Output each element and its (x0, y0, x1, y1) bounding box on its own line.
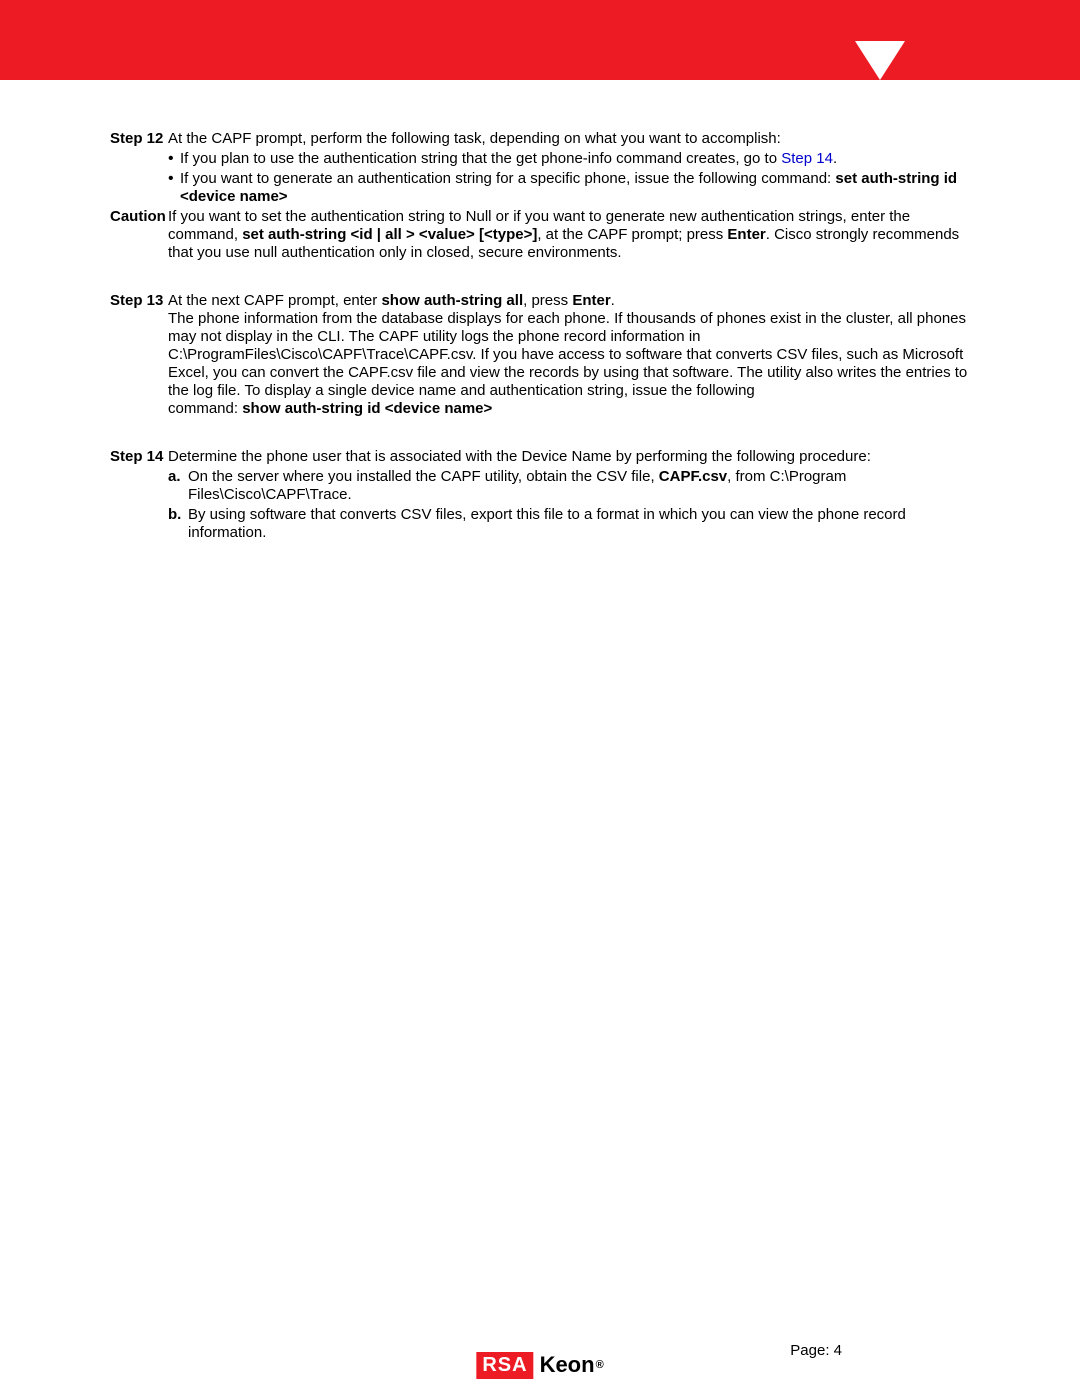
page-number: Page: 4 (790, 1342, 842, 1359)
caution-text-b: , at the CAPF prompt; press (537, 226, 727, 243)
caution-label: Caution (110, 208, 168, 262)
step14-label: Step 14 (110, 448, 168, 466)
step14-intro: Determine the phone user that is associa… (168, 448, 970, 466)
step14-b-text: By using software that converts CSV file… (188, 506, 970, 542)
bullet-icon: • (168, 150, 180, 168)
step12-intro: At the CAPF prompt, perform the followin… (168, 130, 970, 148)
triangle-marker-icon (855, 41, 905, 80)
step13-line1-a: At the next CAPF prompt, enter (168, 292, 381, 309)
step14-b-label: b. (168, 506, 188, 542)
bullet-icon: • (168, 170, 180, 206)
page-content: Step 12 At the CAPF prompt, perform the … (0, 80, 1080, 542)
step14-a: a. On the server where you installed the… (168, 468, 970, 504)
step13-line1-bold2: Enter (572, 292, 610, 309)
step12-bullet1-text-b: . (833, 150, 837, 167)
caution-row: Caution If you want to set the authentic… (110, 208, 970, 262)
step13-line1-b: , press (523, 292, 572, 309)
step12-bullet2: • If you want to generate an authenticat… (168, 170, 970, 206)
step13-para: The phone information from the database … (168, 310, 970, 400)
step14-a-label: a. (168, 468, 188, 504)
step12-bullet1-text-a: If you plan to use the authentication st… (180, 150, 781, 167)
step14-link[interactable]: Step 14 (781, 150, 833, 167)
step12-label: Step 12 (110, 130, 168, 148)
step13-line1-c: . (611, 292, 615, 309)
caution-bold1: set auth-string <id | all > <value> [<ty… (242, 226, 537, 243)
keon-text: Keon (540, 1352, 595, 1378)
step14-block: Step 14 Determine the phone user that is… (110, 448, 970, 542)
step12-bullet1: • If you plan to use the authentication … (168, 150, 970, 168)
document-page: Step 12 At the CAPF prompt, perform the … (0, 0, 1080, 1397)
registered-icon: ® (596, 1359, 604, 1371)
rsa-box-icon: RSA (476, 1352, 533, 1379)
step13-label: Step 13 (110, 292, 168, 418)
step13-cmd-bold: show auth-string id <device name> (242, 400, 492, 417)
step14-b: b. By using software that converts CSV f… (168, 506, 970, 542)
step13-cmd-a: command: (168, 400, 242, 417)
step14-a-text-a: On the server where you installed the CA… (188, 468, 659, 485)
step12-bullet2-text-a: If you want to generate an authenticatio… (180, 170, 835, 187)
step14-a-bold: CAPF.csv (659, 468, 727, 485)
step12-block: Step 12 At the CAPF prompt, perform the … (110, 130, 970, 262)
step13-block: Step 13 At the next CAPF prompt, enter s… (110, 292, 970, 418)
rsa-keon-logo: RSA Keon® (476, 1352, 603, 1379)
caution-bold2: Enter (727, 226, 765, 243)
step13-line1-bold1: show auth-string all (381, 292, 523, 309)
header-bar (0, 0, 1080, 80)
